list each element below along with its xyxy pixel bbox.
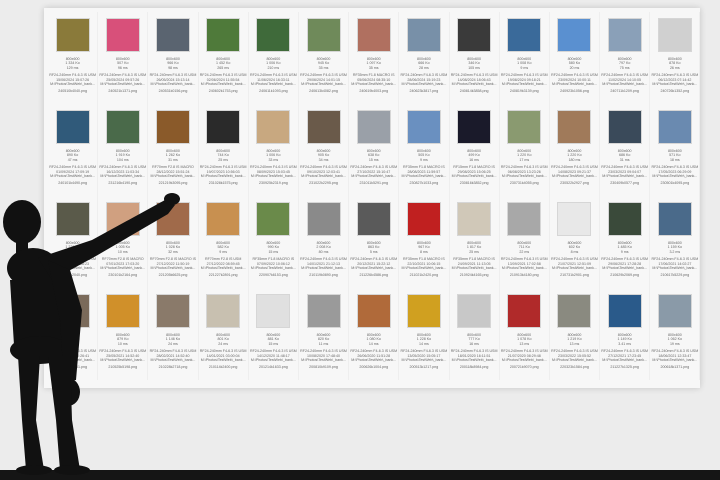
mannequin-silhouette bbox=[3, 193, 180, 475]
